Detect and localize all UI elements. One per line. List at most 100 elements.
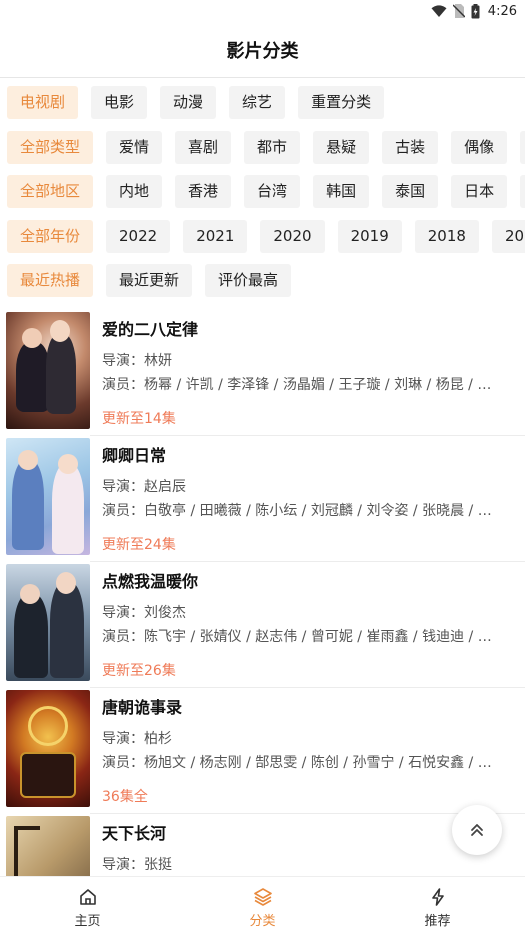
chip-genre-comedy[interactable]: 喜剧 <box>175 131 232 164</box>
chip-region-hongkong[interactable]: 香港 <box>175 175 232 208</box>
show-card[interactable]: 爱的二八定律 导演：林妍 演员：杨幂 / 许凯 / 李泽锋 / 汤晶媚 / 王子… <box>0 310 525 436</box>
show-card[interactable]: 卿卿日常 导演：赵启辰 演员：白敬亭 / 田曦薇 / 陈小纭 / 刘冠麟 / 刘… <box>0 436 525 562</box>
app-header: 影片分类 <box>0 22 525 78</box>
chip-genre-all[interactable]: 全部类型 <box>7 131 94 164</box>
show-title[interactable]: 爱的二八定律 <box>102 316 198 340</box>
show-director: 导演：赵启辰 <box>102 479 186 495</box>
layers-icon <box>253 888 272 906</box>
chip-genre-romance[interactable]: 爱情 <box>106 131 163 164</box>
show-poster[interactable] <box>6 438 90 555</box>
nav-category[interactable]: 分类 <box>175 877 350 935</box>
show-director: 导演：刘俊杰 <box>102 605 186 621</box>
chip-category-tv[interactable]: 电视剧 <box>7 86 79 119</box>
home-icon <box>79 889 96 905</box>
chip-year-2022[interactable]: 2022 <box>106 220 171 253</box>
show-poster[interactable] <box>6 312 90 429</box>
show-card[interactable]: 唐朝诡事录 导演：柏杉 演员：杨旭文 / 杨志刚 / 郜思雯 / 陈创 / 孙雪… <box>0 688 525 814</box>
chip-sort-top-rated[interactable]: 评价最高 <box>205 264 292 297</box>
filter-row-year: 全部年份 2022 2021 2020 2019 2018 2017 2016 <box>7 220 525 253</box>
scroll-to-top-button[interactable] <box>452 805 502 855</box>
show-update-status: 更新至14集 <box>102 411 176 427</box>
filter-row-genre: 全部类型 爱情 喜剧 都市 悬疑 古装 偶像 犯罪 <box>7 131 525 164</box>
poster-face <box>20 584 40 604</box>
status-time: 4:26 <box>487 3 517 19</box>
poster-figure <box>52 464 84 554</box>
chip-year-2017[interactable]: 2017 <box>491 220 525 253</box>
chip-genre-idol[interactable]: 偶像 <box>451 131 508 164</box>
show-director: 导演：张挺 <box>102 857 172 873</box>
chip-genre-urban[interactable]: 都市 <box>244 131 301 164</box>
chip-region-mainland[interactable]: 内地 <box>106 175 163 208</box>
chip-region-taiwan[interactable]: 台湾 <box>244 175 301 208</box>
show-poster[interactable] <box>6 816 90 876</box>
nav-home-label: 主页 <box>74 914 101 929</box>
show-title[interactable]: 点燃我温暖你 <box>102 568 198 592</box>
nav-category-label: 分类 <box>249 914 276 929</box>
nav-home[interactable]: 主页 <box>0 877 175 935</box>
chip-region-japan[interactable]: 日本 <box>451 175 508 208</box>
show-update-status: 36集全 <box>102 789 148 805</box>
poster-figure <box>14 594 48 678</box>
show-director: 导演：柏杉 <box>102 731 172 747</box>
poster-emblem <box>20 752 76 798</box>
nav-recommend-label: 推荐 <box>424 914 451 929</box>
chip-genre-crime[interactable]: 犯罪 <box>520 131 525 164</box>
poster-face <box>50 320 70 342</box>
show-card[interactable]: 点燃我温暖你 导演：刘俊杰 演员：陈飞宇 / 张婧仪 / 赵志伟 / 曾可妮 /… <box>0 562 525 688</box>
filter-row-sort: 最近热播 最近更新 评价最高 <box>7 264 292 297</box>
show-title[interactable]: 天下长河 <box>102 820 166 844</box>
show-title[interactable]: 唐朝诡事录 <box>102 694 182 718</box>
no-sim-icon <box>452 4 465 18</box>
poster-figure <box>12 460 44 550</box>
poster-figure <box>16 342 50 412</box>
chip-category-variety[interactable]: 综艺 <box>229 86 286 119</box>
page-title: 影片分类 <box>226 40 299 62</box>
show-poster[interactable] <box>6 690 90 807</box>
poster-face <box>56 572 76 594</box>
poster-face <box>58 454 78 474</box>
chip-sort-hot[interactable]: 最近热播 <box>7 264 94 297</box>
show-cast: 演员：杨旭文 / 杨志刚 / 郜思雯 / 陈创 / 孙雪宁 / 石悦安鑫 / 张… <box>102 755 497 771</box>
show-update-status: 更新至26集 <box>102 663 176 679</box>
bottom-nav: 主页 分类 推荐 <box>0 876 525 935</box>
filter-row-category: 电视剧 电影 动漫 综艺 重置分类 <box>7 86 385 119</box>
poster-face <box>22 328 42 348</box>
battery-icon <box>471 3 480 18</box>
poster-brush-stroke <box>14 826 40 876</box>
chip-category-anime[interactable]: 动漫 <box>160 86 217 119</box>
chip-region-usa[interactable]: 美国 <box>520 175 525 208</box>
chip-category-movie[interactable]: 电影 <box>91 86 148 119</box>
show-cast: 演员：杨幂 / 许凯 / 李泽锋 / 汤晶媚 / 王子璇 / 刘琳 / 杨昆 /… <box>102 377 497 393</box>
filter-row-region: 全部地区 内地 香港 台湾 韩国 泰国 日本 美国 <box>7 175 525 208</box>
reset-filter-button[interactable]: 重置分类 <box>298 86 385 119</box>
status-bar: 4:26 <box>0 0 525 22</box>
chip-year-2020[interactable]: 2020 <box>260 220 325 253</box>
chip-sort-latest[interactable]: 最近更新 <box>106 264 193 297</box>
poster-figure <box>50 582 84 678</box>
lightning-icon <box>431 888 444 906</box>
show-title[interactable]: 卿卿日常 <box>102 442 166 466</box>
chip-year-2019[interactable]: 2019 <box>337 220 402 253</box>
show-update-status: 更新至24集 <box>102 537 176 553</box>
show-list: 爱的二八定律 导演：林妍 演员：杨幂 / 许凯 / 李泽锋 / 汤晶媚 / 王子… <box>0 310 525 876</box>
chip-region-thailand[interactable]: 泰国 <box>382 175 439 208</box>
double-chevron-up-icon <box>471 824 483 836</box>
wifi-icon <box>431 4 447 17</box>
show-poster[interactable] <box>6 564 90 681</box>
poster-emblem <box>28 706 68 746</box>
poster-figure <box>46 334 76 414</box>
filter-panel: 电视剧 电影 动漫 综艺 重置分类 全部类型 爱情 喜剧 都市 悬疑 古装 偶像… <box>0 78 525 310</box>
poster-face <box>18 450 38 470</box>
chip-year-all[interactable]: 全部年份 <box>7 220 94 253</box>
nav-recommend[interactable]: 推荐 <box>350 877 525 935</box>
show-card[interactable]: 天下长河 导演：张挺 <box>0 814 525 876</box>
chip-year-2018[interactable]: 2018 <box>414 220 479 253</box>
chip-genre-mystery[interactable]: 悬疑 <box>313 131 370 164</box>
chip-genre-costume[interactable]: 古装 <box>382 131 439 164</box>
show-cast: 演员：陈飞宇 / 张婧仪 / 赵志伟 / 曾可妮 / 崔雨鑫 / 钱迪迪 / 姜… <box>102 629 497 645</box>
chip-region-korea[interactable]: 韩国 <box>313 175 370 208</box>
chip-region-all[interactable]: 全部地区 <box>7 175 94 208</box>
show-cast: 演员：白敬亭 / 田曦薇 / 陈小纭 / 刘冠麟 / 刘令姿 / 张晓晨 / 昌… <box>102 503 497 519</box>
chip-year-2021[interactable]: 2021 <box>183 220 248 253</box>
show-director: 导演：林妍 <box>102 353 172 369</box>
